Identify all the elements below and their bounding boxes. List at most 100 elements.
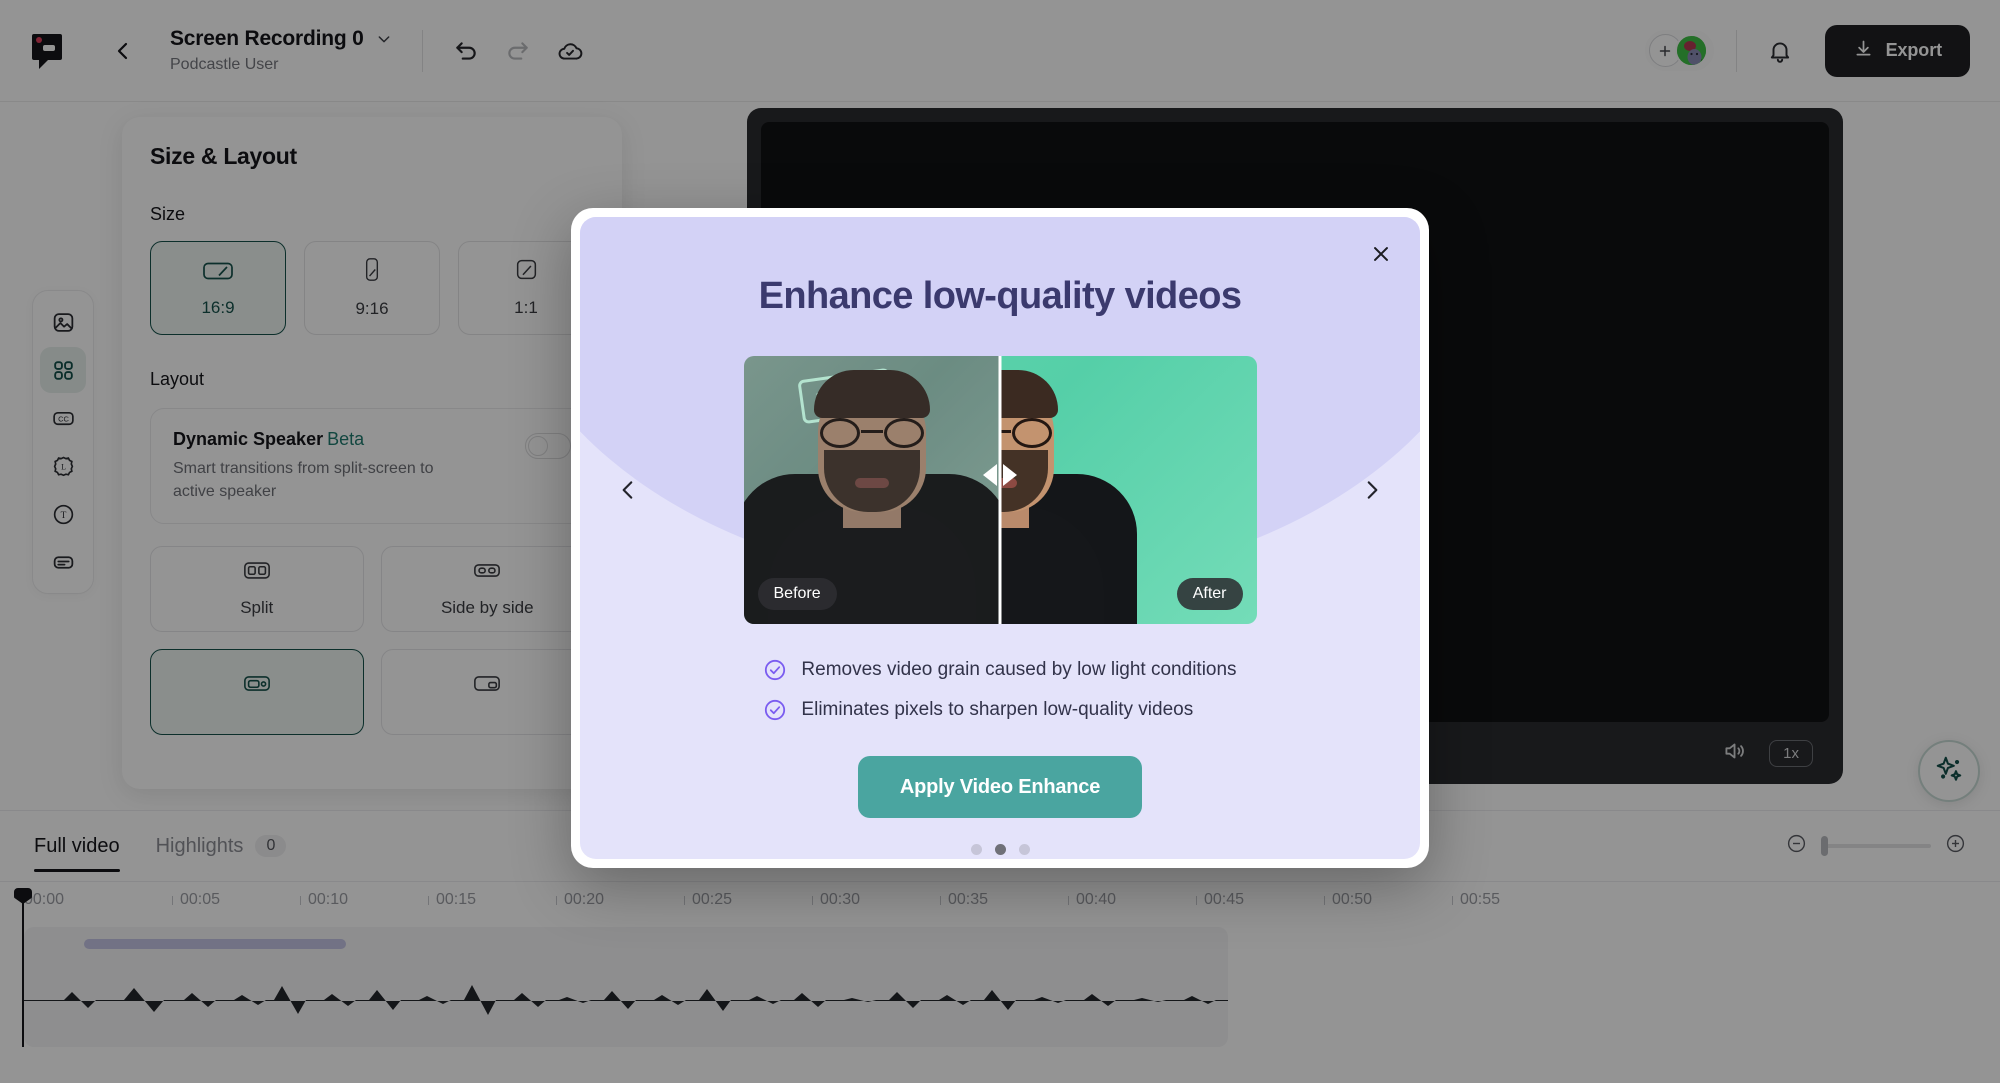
carousel-prev-button[interactable] (608, 470, 648, 510)
export-button[interactable]: Export (1824, 24, 1970, 77)
before-label: Before (757, 578, 837, 610)
tool-rail: CC L T (32, 290, 94, 594)
feature-text: Removes video grain caused by low light … (801, 659, 1237, 680)
video-enhance-modal: Enhance low-quality videos Before After … (571, 208, 1429, 868)
dynamic-speaker-title: Dynamic Speaker Beta (173, 429, 473, 450)
dynamic-speaker-description: Smart transitions from split-screen to a… (173, 460, 434, 500)
check-circle-icon (763, 698, 787, 722)
ruler-tick: 00:55 (1452, 891, 1500, 909)
download-icon (1853, 38, 1874, 64)
dynamic-speaker-toggle[interactable] (525, 433, 571, 459)
redo-icon[interactable] (501, 34, 535, 68)
timeline-zoom-slider[interactable] (1821, 836, 1931, 856)
minus-circle-icon[interactable] (1786, 833, 1807, 859)
divider (421, 29, 423, 72)
svg-text:T: T (60, 511, 66, 521)
layout-option-side-by-side[interactable]: Side by side (380, 546, 594, 633)
layout-option-label: Split (240, 598, 274, 618)
arrow-right-icon (1003, 464, 1017, 486)
size-option-label: 1:1 (514, 298, 538, 317)
ruler-tick: 00:10 (300, 891, 348, 909)
tab-label: Highlights (155, 834, 244, 857)
timeline-zoom-controls (1786, 833, 1966, 859)
page-title: Screen Recording 0 (170, 27, 364, 50)
plus-circle-icon[interactable] (1945, 833, 1966, 859)
back-button[interactable] (106, 34, 140, 68)
dynamic-speaker-card: Dynamic Speaker Beta Smart transitions fr… (150, 408, 594, 525)
slider-divider (998, 356, 1002, 624)
avatar[interactable] (1674, 34, 1708, 67)
tab-highlights[interactable]: Highlights 0 (156, 811, 287, 881)
chevron-down-icon[interactable] (376, 31, 392, 47)
ruler-tick: 00:35 (940, 891, 988, 909)
layout-option-label: Side by side (440, 598, 534, 618)
apply-video-enhance-button[interactable]: Apply Video Enhance (857, 756, 1143, 818)
size-option-9-16[interactable]: 9:16 (304, 241, 440, 335)
sidebar-item-captions[interactable]: CC (40, 395, 86, 441)
clip-bar[interactable] (84, 939, 346, 949)
playhead[interactable] (14, 888, 32, 1047)
layout-side-by-side-icon (473, 560, 501, 586)
size-section-label: Size (150, 204, 186, 224)
export-label: Export (1885, 40, 1943, 60)
ruler-tick: 00:20 (556, 891, 604, 909)
aspect-1-1-icon (515, 258, 538, 286)
feature-list: Removes video grain caused by low light … (763, 658, 1237, 722)
panel-title: Size & Layout (150, 143, 297, 169)
size-layout-panel: Size & Layout Size 16:9 9:16 1:1 Layout … (122, 117, 622, 789)
carousel-dot[interactable] (1018, 844, 1030, 855)
volume-icon[interactable] (1721, 738, 1747, 769)
top-bar: Screen Recording 0 Podcastle User Export (0, 0, 2000, 102)
beta-badge: Beta (327, 429, 365, 449)
sidebar-item-size-layout[interactable] (40, 347, 86, 393)
layout-option-pip[interactable] (150, 649, 364, 736)
slider-handle[interactable] (983, 464, 1017, 486)
zoom-slider-handle[interactable] (1821, 836, 1828, 856)
svg-text:CC: CC (58, 414, 69, 423)
size-option-label: 9:16 (355, 299, 389, 318)
podcastle-logo-icon[interactable] (26, 28, 72, 74)
carousel-dot[interactable] (970, 844, 982, 855)
ruler-tick: 00:40 (1068, 891, 1116, 909)
ruler-tick: 00:45 (1196, 891, 1244, 909)
svg-text:L: L (61, 462, 66, 471)
layout-option-pip-alt[interactable] (380, 649, 594, 736)
timeline-ruler[interactable]: 00:00 00:05 00:10 00:15 00:20 00:25 00:3… (0, 881, 2000, 917)
cloud-check-icon[interactable] (553, 34, 587, 68)
audio-track[interactable] (24, 927, 1228, 1047)
bell-icon[interactable] (1763, 34, 1797, 68)
modal-title: Enhance low-quality videos (758, 275, 1242, 317)
after-label: After (1176, 578, 1243, 610)
size-options: 16:9 9:16 1:1 (150, 241, 594, 335)
feature-text: Eliminates pixels to sharpen low-quality… (801, 699, 1194, 720)
ruler-tick: 00:15 (428, 891, 476, 909)
sidebar-item-brand[interactable]: L (40, 443, 86, 489)
dynamic-speaker-name: Dynamic Speaker (173, 429, 324, 449)
sidebar-item-transcript[interactable] (40, 539, 86, 585)
carousel-next-button[interactable] (1352, 470, 1392, 510)
layout-section-label: Layout (150, 369, 205, 389)
size-option-16-9[interactable]: 16:9 (150, 241, 286, 335)
layout-pip-icon (243, 673, 271, 699)
editor-app: Screen Recording 0 Podcastle User Export… (0, 0, 2000, 1083)
sidebar-item-text[interactable]: T (40, 491, 86, 537)
layout-split-icon (243, 560, 271, 586)
sidebar-item-media[interactable] (40, 299, 86, 345)
aspect-9-16-icon (363, 257, 381, 287)
tab-full-video[interactable]: Full video (34, 811, 120, 881)
check-circle-icon (763, 658, 787, 682)
layout-options: Split Side by side (150, 546, 594, 736)
layout-option-split[interactable]: Split (150, 546, 364, 633)
project-title-block: Screen Recording 0 Podcastle User (170, 27, 392, 74)
ai-assistant-button[interactable] (1918, 740, 1980, 802)
layout-pip-alt-icon (473, 673, 501, 699)
collaborators (1644, 30, 1714, 71)
playback-speed-button[interactable]: 1x (1769, 739, 1813, 767)
close-icon[interactable] (1364, 237, 1398, 271)
undo-icon[interactable] (449, 34, 483, 68)
size-option-label: 16:9 (201, 297, 235, 317)
carousel-dots (970, 844, 1030, 855)
carousel-dot-active[interactable] (994, 844, 1006, 855)
before-after-slider[interactable]: Before After (743, 356, 1257, 624)
ruler-tick: 00:25 (684, 891, 732, 909)
